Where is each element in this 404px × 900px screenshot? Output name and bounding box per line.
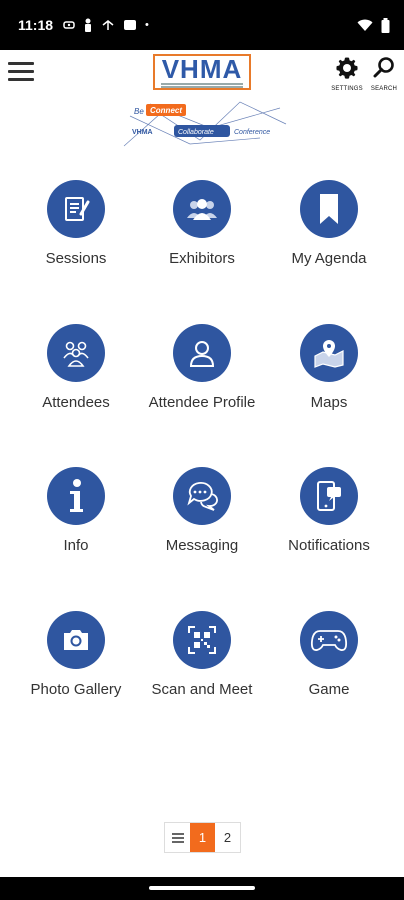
- tile-label: Photo Gallery: [30, 681, 122, 698]
- info-icon: [47, 467, 105, 525]
- search-button[interactable]: SEARCH: [364, 56, 404, 92]
- notifications-icon: [300, 467, 358, 525]
- tile-exhibitors[interactable]: Exhibitors: [135, 180, 269, 267]
- page-switcher: 1 2: [164, 822, 241, 853]
- banner-conference: Conference: [234, 129, 270, 136]
- logo-text: VHMA: [161, 54, 243, 84]
- search-icon: [373, 57, 394, 78]
- tile-sessions[interactable]: Sessions: [9, 180, 143, 267]
- tile-label: Game: [308, 681, 350, 698]
- attendees-icon: [47, 324, 105, 382]
- clock: 11:18: [18, 17, 54, 33]
- badge-icon: [124, 20, 137, 30]
- list-view-button[interactable]: [165, 823, 190, 852]
- wifi-icon: [357, 19, 373, 31]
- banner-connect: Connect: [150, 106, 182, 115]
- exhibitors-icon: [173, 180, 231, 238]
- vhma-logo: VHMA Be Connect VHMA Collaborate Confere…: [120, 52, 290, 152]
- tile-label: Sessions: [45, 250, 107, 267]
- sim-icon: [63, 21, 75, 29]
- banner-be: Be: [134, 107, 144, 116]
- battery-icon: [381, 17, 390, 33]
- app-header: VHMA Be Connect VHMA Collaborate Confere…: [0, 50, 404, 160]
- banner-vhma: VHMA: [132, 129, 153, 136]
- tile-label: Info: [63, 537, 89, 554]
- map-icon: [300, 324, 358, 382]
- tile-label: Notifications: [288, 537, 370, 554]
- tile-attendees[interactable]: Attendees: [9, 324, 143, 411]
- search-label: SEARCH: [370, 86, 398, 92]
- camera-icon: [47, 611, 105, 669]
- tile-messaging[interactable]: Messaging: [135, 467, 269, 554]
- tile-attendee-profile[interactable]: Attendee Profile: [135, 324, 269, 411]
- home-gesture-handle[interactable]: [149, 886, 255, 890]
- conference-banner: Be Connect VHMA Collaborate Conference: [123, 101, 287, 147]
- status-indicators: •: [63, 18, 149, 32]
- gamepad-icon: [300, 611, 358, 669]
- tile-label: Maps: [310, 394, 348, 411]
- profile-icon: [173, 324, 231, 382]
- tile-my-agenda[interactable]: My Agenda: [262, 180, 396, 267]
- status-bar: 11:18 •: [0, 0, 404, 50]
- tile-label: Messaging: [165, 537, 239, 554]
- hamburger-menu-icon[interactable]: [8, 62, 34, 84]
- gear-icon: [336, 57, 358, 79]
- status-dot: •: [145, 19, 149, 31]
- tile-label: Scan and Meet: [151, 681, 253, 698]
- tile-maps[interactable]: Maps: [262, 324, 396, 411]
- banner-collaborate: Collaborate: [178, 129, 214, 136]
- tile-label: Exhibitors: [169, 250, 235, 267]
- bookmark-icon: [300, 180, 358, 238]
- settings-label: SETTINGS: [331, 86, 363, 92]
- logo-wordmark: VHMA: [153, 54, 251, 90]
- sessions-icon: [47, 180, 105, 238]
- qr-icon: [173, 611, 231, 669]
- signal-icon: [102, 20, 114, 30]
- messaging-icon: [173, 467, 231, 525]
- tile-photo-gallery[interactable]: Photo Gallery: [9, 611, 143, 698]
- list-icon: [171, 832, 184, 843]
- tile-notifications[interactable]: Notifications: [262, 467, 396, 554]
- tile-scan-and-meet[interactable]: Scan and Meet: [135, 611, 269, 698]
- settings-button[interactable]: SETTINGS: [327, 56, 367, 92]
- tile-label: Attendee Profile: [148, 394, 256, 411]
- page-2-button[interactable]: 2: [215, 823, 240, 852]
- tile-label: Attendees: [42, 394, 110, 411]
- tile-label: My Agenda: [291, 250, 367, 267]
- status-right: [357, 17, 390, 33]
- tile-info[interactable]: Info: [9, 467, 143, 554]
- person-icon: [85, 18, 92, 32]
- page-1-button[interactable]: 1: [190, 823, 215, 852]
- system-nav-bar: [0, 877, 404, 900]
- tile-game[interactable]: Game: [262, 611, 396, 698]
